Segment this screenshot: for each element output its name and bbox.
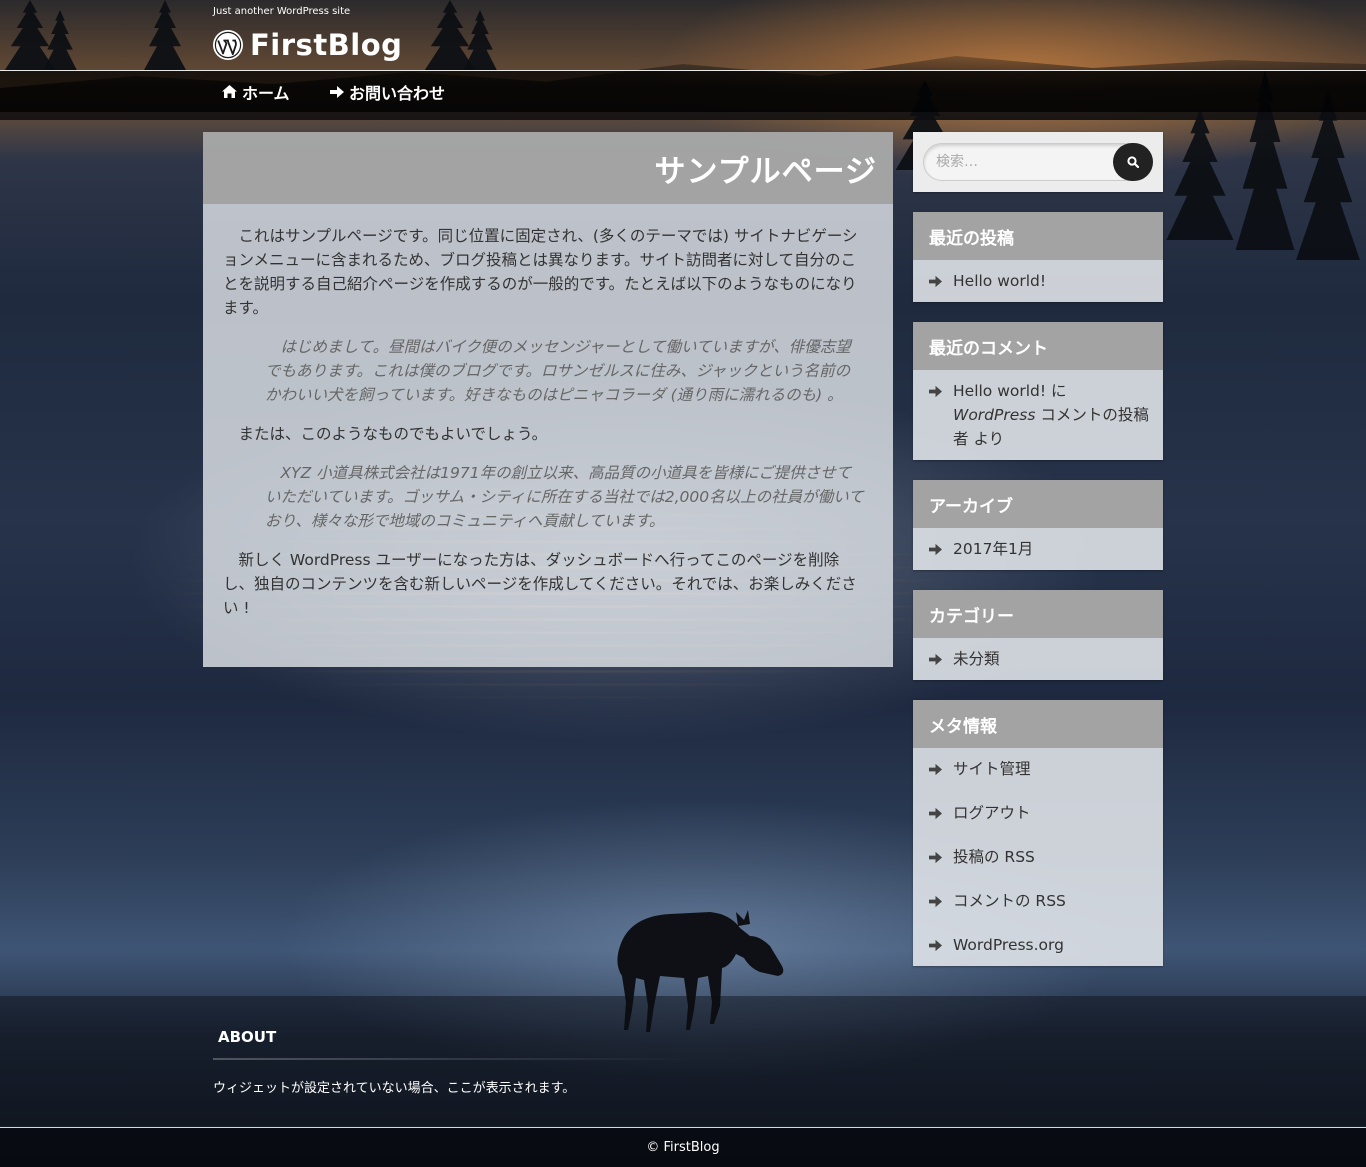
main-navigation: ホーム お問い合わせ: [0, 71, 1366, 112]
comment-by-text: より: [968, 430, 1005, 448]
comment-on-text: に: [1046, 382, 1067, 400]
widget-recent-comments: 最近のコメント Hello world! に WordPress コメントの投稿…: [913, 322, 1163, 460]
site-logo-link[interactable]: FirstBlog: [212, 28, 402, 62]
nav-item-contact[interactable]: お問い合わせ: [330, 71, 445, 112]
arrow-right-icon: [929, 801, 943, 825]
recent-comment-entry: Hello world! に WordPress コメントの投稿者 より: [953, 379, 1149, 451]
search-widget: [913, 132, 1163, 192]
comment-author[interactable]: WordPress: [953, 406, 1035, 424]
nav-contact-label: お問い合わせ: [349, 83, 446, 103]
widget-recent-posts: 最近の投稿 Hello world!: [913, 212, 1163, 302]
search-button[interactable]: [1113, 143, 1153, 181]
widget-title: 最近のコメント: [913, 322, 1163, 370]
blockquote: XYZ 小道具株式会社は1971年の創立以来、高品質の小道具を皆様にご提供させて…: [265, 464, 864, 530]
list-item: WordPress.org: [929, 933, 1149, 957]
arrow-right-icon: [929, 379, 943, 403]
list-item: 投稿の RSS: [929, 845, 1149, 869]
widget-archives: アーカイブ 2017年1月: [913, 480, 1163, 570]
footer-about-title: ABOUT: [218, 1028, 277, 1046]
meta-list: サイト管理 ログアウト 投稿の RSS コメントの RSS WordPress.…: [913, 748, 1163, 966]
meta-link-posts-rss[interactable]: 投稿の RSS: [953, 845, 1035, 869]
nav-item-home[interactable]: ホーム: [222, 71, 290, 112]
page-body: これはサンプルページです。同じ位置に固定され、(多くのテーマでは) サイトナビゲ…: [203, 204, 893, 620]
arrow-right-icon: [929, 933, 943, 957]
sidebar: 最近の投稿 Hello world! 最近のコメント Hello world! …: [913, 132, 1163, 966]
site-footer: ABOUT ウィジェットが設定されていない場合、ここが表示されます。: [0, 996, 1366, 1126]
page-title: サンプルページ: [654, 153, 877, 190]
recent-post-link[interactable]: Hello world!: [953, 269, 1046, 293]
widget-title: 最近の投稿: [913, 212, 1163, 260]
paragraph: または、このようなものでもよいでしょう。: [238, 425, 548, 443]
list-item: コメントの RSS: [929, 889, 1149, 913]
site-tagline: Just another WordPress site: [213, 6, 351, 17]
arrow-right-icon: [929, 269, 943, 293]
site-header: Just another WordPress site FirstBlog: [0, 0, 1366, 70]
paragraph: これはサンプルページです。同じ位置に固定され、(多くのテーマでは) サイトナビゲ…: [223, 227, 858, 317]
list-item: Hello world!: [929, 269, 1149, 293]
widget-meta: メタ情報 サイト管理 ログアウト 投稿の RSS コメントの RSS WordP…: [913, 700, 1163, 966]
widget-title: アーカイブ: [913, 480, 1163, 528]
meta-link-wordpress-org[interactable]: WordPress.org: [953, 933, 1064, 957]
blockquote: はじめまして。昼間はバイク便のメッセンジャーとして働いていますが、俳優志望でもあ…: [265, 338, 851, 404]
arrow-right-icon: [929, 845, 943, 869]
arrow-right-icon: [929, 889, 943, 913]
meta-link-comments-rss[interactable]: コメントの RSS: [953, 889, 1066, 913]
recent-posts-list: Hello world!: [913, 260, 1163, 302]
widget-title: メタ情報: [913, 700, 1163, 748]
page-header: サンプルページ: [203, 132, 893, 204]
list-item: サイト管理: [929, 757, 1149, 781]
wordpress-logo-icon: [213, 30, 243, 60]
category-link[interactable]: 未分類: [953, 647, 1000, 671]
widget-categories: カテゴリー 未分類: [913, 590, 1163, 680]
paragraph: 新しく WordPress ユーザーになった方は、ダッシュボードへ行ってこのペー…: [223, 551, 857, 617]
list-item: ログアウト: [929, 801, 1149, 825]
meta-link-logout[interactable]: ログアウト: [953, 801, 1031, 825]
meta-link-admin[interactable]: サイト管理: [953, 757, 1031, 781]
arrow-right-icon: [929, 647, 943, 671]
list-item: 未分類: [929, 647, 1149, 671]
search-icon: [1127, 156, 1139, 168]
home-icon: [222, 85, 237, 98]
footer-divider: [213, 1058, 693, 1060]
footer-about-text: ウィジェットが設定されていない場合、ここが表示されます。: [213, 1081, 576, 1096]
arrow-right-icon: [330, 85, 344, 98]
archive-link[interactable]: 2017年1月: [953, 537, 1033, 561]
arrow-right-icon: [929, 537, 943, 561]
archives-list: 2017年1月: [913, 528, 1163, 570]
copyright-bar: © FirstBlog: [0, 1128, 1366, 1167]
main-content: サンプルページ これはサンプルページです。同じ位置に固定され、(多くのテーマでは…: [203, 132, 893, 667]
arrow-right-icon: [929, 757, 943, 781]
copyright-text: © FirstBlog: [646, 1140, 720, 1155]
comment-post-link[interactable]: Hello world!: [953, 382, 1046, 400]
list-item: Hello world! に WordPress コメントの投稿者 より: [929, 379, 1149, 451]
site-title[interactable]: FirstBlog: [250, 28, 402, 62]
recent-comments-list: Hello world! に WordPress コメントの投稿者 より: [913, 370, 1163, 460]
list-item: 2017年1月: [929, 537, 1149, 561]
widget-title: カテゴリー: [913, 590, 1163, 638]
nav-home-label: ホーム: [242, 83, 290, 103]
categories-list: 未分類: [913, 638, 1163, 680]
